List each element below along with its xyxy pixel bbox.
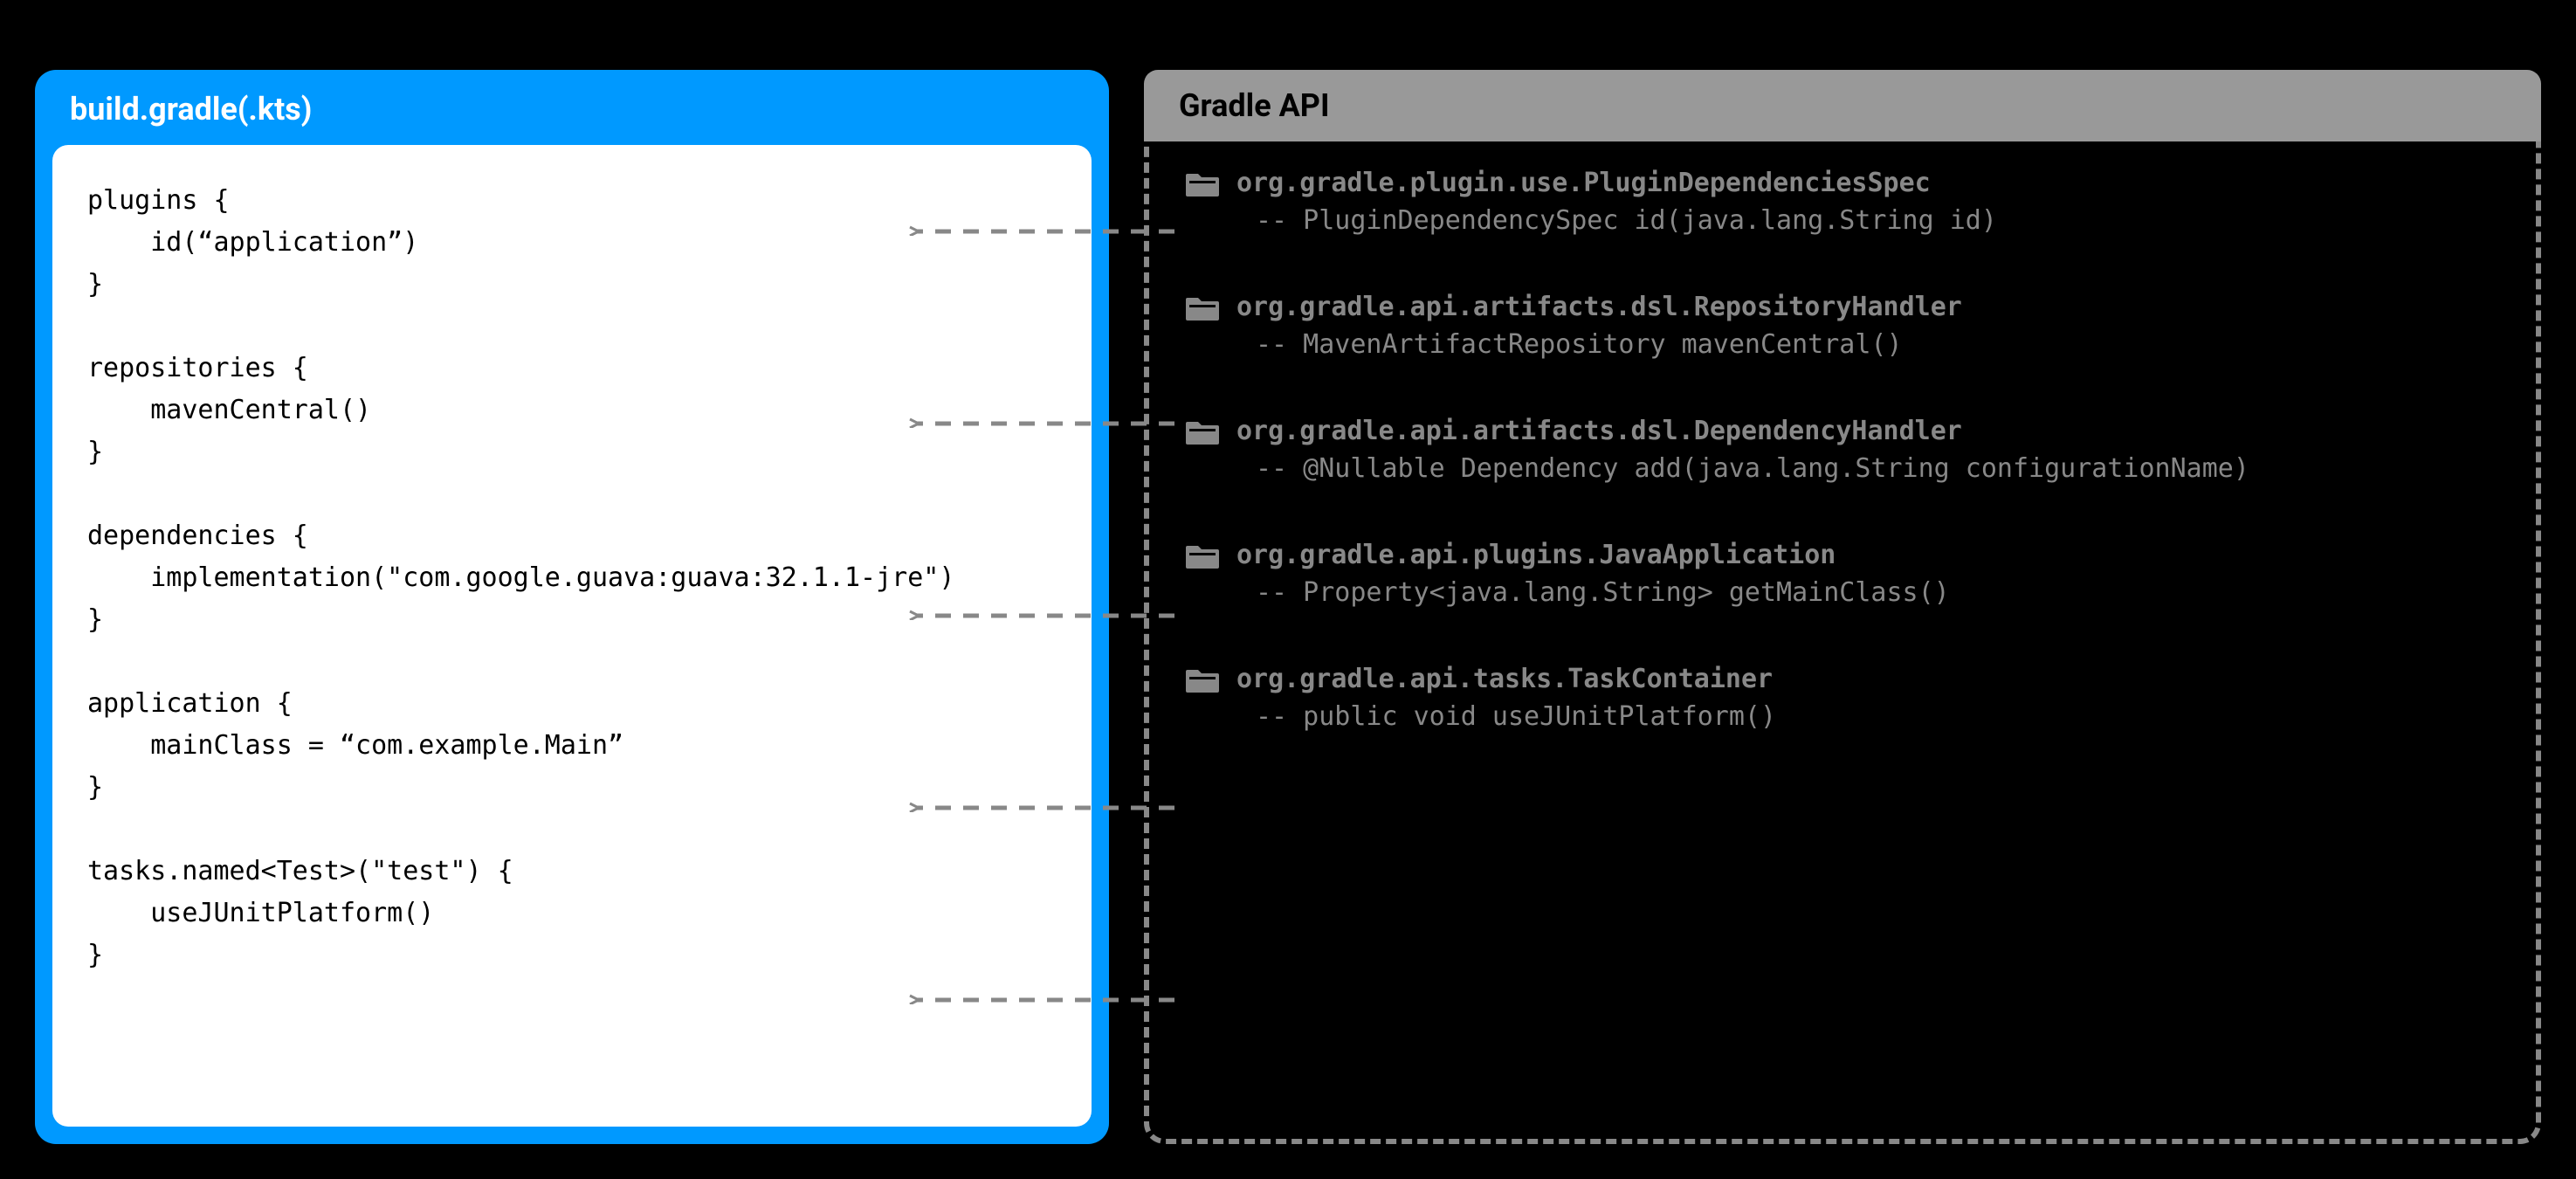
build-gradle-title: build.gradle(.kts): [35, 70, 1109, 145]
folder-icon: [1184, 417, 1221, 446]
api-item: org.gradle.api.artifacts.dsl.DependencyH…: [1184, 416, 2501, 484]
folder-icon: [1184, 665, 1221, 694]
api-class-row: org.gradle.api.tasks.TaskContainer: [1184, 664, 2501, 694]
code-block-tasks: tasks.named<Test>("test") { useJUnitPlat…: [87, 851, 1057, 976]
code-block-dependencies: dependencies { implementation("com.googl…: [87, 515, 1057, 641]
folder-icon: [1184, 169, 1221, 198]
api-item: org.gradle.api.tasks.TaskContainer -- pu…: [1184, 664, 2501, 732]
api-item: org.gradle.api.artifacts.dsl.RepositoryH…: [1184, 292, 2501, 360]
api-class-name: org.gradle.api.plugins.JavaApplication: [1236, 540, 1836, 570]
diagram-container: build.gradle(.kts) plugins { id(“applica…: [35, 70, 2541, 1144]
api-method: -- PluginDependencySpec id(java.lang.Str…: [1184, 205, 2501, 236]
api-method: -- public void useJUnitPlatform(): [1184, 701, 2501, 732]
folder-icon: [1184, 293, 1221, 322]
api-class-name: org.gradle.api.artifacts.dsl.RepositoryH…: [1236, 292, 1962, 322]
code-block-repositories: repositories { mavenCentral() }: [87, 348, 1057, 473]
api-class-row: org.gradle.plugin.use.PluginDependencies…: [1184, 168, 2501, 198]
api-class-row: org.gradle.api.artifacts.dsl.RepositoryH…: [1184, 292, 2501, 322]
api-method: -- @Nullable Dependency add(java.lang.St…: [1184, 453, 2501, 484]
api-method: -- MavenArtifactRepository mavenCentral(…: [1184, 329, 2501, 360]
api-class-name: org.gradle.plugin.use.PluginDependencies…: [1236, 168, 1931, 198]
code-block-plugins: plugins { id(“application”) }: [87, 180, 1057, 306]
code-block-application: application { mainClass = “com.example.M…: [87, 683, 1057, 809]
api-class-name: org.gradle.api.artifacts.dsl.DependencyH…: [1236, 416, 1962, 446]
code-box: plugins { id(“application”) } repositori…: [52, 145, 1092, 1127]
build-gradle-panel: build.gradle(.kts) plugins { id(“applica…: [35, 70, 1109, 1144]
folder-icon: [1184, 541, 1221, 570]
api-item: org.gradle.api.plugins.JavaApplication -…: [1184, 540, 2501, 608]
api-item: org.gradle.plugin.use.PluginDependencies…: [1184, 168, 2501, 236]
gradle-api-panel: Gradle API org.gradle.plugin.use.PluginD…: [1144, 70, 2541, 1144]
api-list: org.gradle.plugin.use.PluginDependencies…: [1149, 141, 2536, 758]
api-class-row: org.gradle.api.artifacts.dsl.DependencyH…: [1184, 416, 2501, 446]
api-class-name: org.gradle.api.tasks.TaskContainer: [1236, 664, 1773, 694]
api-class-row: org.gradle.api.plugins.JavaApplication: [1184, 540, 2501, 570]
gradle-api-title: Gradle API: [1144, 70, 2541, 141]
api-method: -- Property<java.lang.String> getMainCla…: [1184, 577, 2501, 608]
